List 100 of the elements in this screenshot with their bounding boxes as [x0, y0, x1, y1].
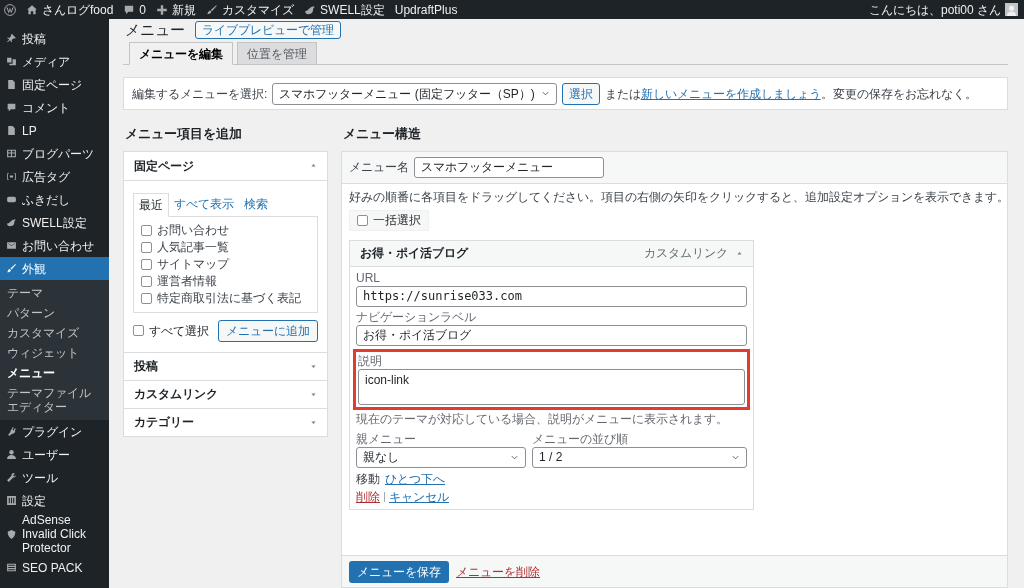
bulk-select-control[interactable]: 一括選択	[349, 209, 429, 231]
tab[interactable]: 最近	[133, 192, 169, 217]
toolbar-link[interactable]: カスタマイズ	[206, 0, 295, 19]
menu-dropdown[interactable]: スマホフッターメニュー (固定フッター（SP）)	[272, 82, 557, 105]
ad-tag-icon	[6, 171, 17, 182]
sidebar-item[interactable]: 投稿	[0, 27, 109, 50]
section-heading: メニュー構造	[342, 125, 422, 143]
page-icon	[6, 125, 17, 136]
item-type-label: カスタムリンク	[644, 245, 728, 262]
field-label: 説明	[358, 353, 383, 369]
cancel-link[interactable]: キャンセル	[389, 489, 449, 505]
move-label: 移動	[356, 471, 380, 487]
menu-name-field[interactable]: スマホフッターメニュー	[414, 156, 604, 178]
paintbrush-icon	[206, 3, 219, 16]
wordpress-logo-icon[interactable]	[4, 3, 16, 16]
shield-icon	[6, 528, 17, 540]
menu-item-header[interactable]: お得・ポイ活ブログ カスタムリンク	[350, 240, 753, 267]
toolbar-link[interactable]: UpdraftPlus	[394, 0, 458, 19]
plug-icon	[6, 426, 17, 437]
tab[interactable]: 検索	[239, 192, 273, 216]
move-down-link[interactable]: ひとつ下へ	[385, 471, 445, 487]
submenu-item[interactable]: カスタマイズ	[0, 323, 109, 343]
toolbar-link[interactable]: さんログfood	[26, 0, 114, 19]
sidebar-item[interactable]: SEO PACK	[0, 556, 109, 579]
caret-down-icon	[310, 362, 317, 370]
page-icon	[6, 79, 17, 90]
field-label: 親メニュー	[356, 431, 417, 447]
tab[interactable]: すべて表示	[169, 192, 239, 216]
instruction-text: または新しいメニューを作成しましょう。変更の保存をお忘れなく。	[604, 85, 977, 103]
checkbox-label: 運営者情報	[157, 273, 217, 289]
submenu-item[interactable]: メニュー	[0, 363, 109, 383]
sidebar-item[interactable]: 固定ページ	[0, 73, 109, 96]
sidebar-item[interactable]: 外観	[0, 257, 109, 280]
checkbox-label: すべて選択	[149, 322, 209, 340]
remove-link[interactable]: 削除	[356, 489, 380, 505]
sidebar-item[interactable]: メディア	[0, 50, 109, 73]
description-field[interactable]: icon-link	[358, 368, 745, 405]
sidebar-item[interactable]: SWELL設定	[0, 211, 109, 234]
section-heading: メニュー項目を追加	[124, 125, 243, 143]
account-link[interactable]: こんにちは、poti00 さん	[868, 0, 1020, 19]
caret-down-icon	[310, 418, 317, 426]
submenu-item[interactable]: テーマ	[0, 283, 109, 303]
submenu-item[interactable]: テーマファイルエディター	[0, 383, 109, 417]
plus-icon	[156, 3, 169, 16]
tab[interactable]: 位置を管理	[237, 42, 317, 65]
toolbar-link[interactable]: 0	[123, 0, 147, 19]
caret-up-icon	[736, 249, 743, 257]
tab[interactable]: メニューを編集	[129, 42, 233, 65]
wrench-icon	[6, 472, 17, 483]
person-icon	[6, 449, 17, 460]
checkbox[interactable]	[133, 325, 144, 336]
sidebar-item[interactable]: 広告タグ	[0, 165, 109, 188]
paintbrush-icon	[6, 263, 17, 274]
select-button[interactable]: 選択	[561, 82, 600, 105]
help-text: 現在のテーマが対応している場合、説明がメニューに表示されます。	[356, 411, 729, 427]
submenu-item[interactable]: パターン	[0, 303, 109, 323]
sidebar-item[interactable]: ふきだし	[0, 188, 109, 211]
add-to-menu-button[interactable]: メニューに追加	[218, 319, 318, 342]
text-field[interactable]: https://sunrise033.com	[356, 285, 747, 307]
chevron-down-icon	[540, 89, 550, 98]
caret-up-icon	[310, 162, 317, 169]
sidebar-item[interactable]: ブログパーツ	[0, 142, 109, 165]
sidebar-item[interactable]: ツール	[0, 466, 109, 489]
sidebar-item[interactable]: 設定	[0, 489, 109, 512]
sidebar-item[interactable]: AdSense Invalid Click Protector	[0, 512, 109, 556]
caret-down-icon	[310, 390, 317, 398]
field-label: メニュー名	[349, 159, 409, 176]
sidebar-item[interactable]: LP	[0, 119, 109, 142]
list-icon	[6, 562, 17, 573]
checkbox[interactable]	[141, 292, 152, 304]
toolbar-link[interactable]: 新規	[156, 0, 197, 19]
bird-icon	[6, 217, 17, 228]
dropdown[interactable]: 親なし	[356, 446, 526, 468]
pushpin-icon	[6, 33, 17, 44]
sidebar-item[interactable]: ユーザー	[0, 443, 109, 466]
sidebar-item[interactable]: コメント	[0, 96, 109, 119]
avatar-icon	[1005, 3, 1018, 16]
checkbox-label: 人気記事一覧	[157, 239, 229, 255]
checkbox[interactable]	[141, 275, 152, 287]
save-menu-button[interactable]: メニューを保存	[349, 560, 449, 583]
text-field[interactable]: お得・ポイ活ブログ	[356, 324, 747, 346]
sidebar-item[interactable]: プラグイン	[0, 420, 109, 443]
toolbar-link[interactable]: SWELL設定	[304, 0, 385, 19]
checkbox[interactable]	[141, 258, 152, 270]
select-label: 編集するメニューを選択:	[132, 85, 268, 103]
page-title: メニュー	[124, 21, 186, 39]
field-label: ナビゲーションラベル	[356, 309, 477, 325]
create-menu-link[interactable]: 新しいメニューを作成しましょう	[640, 86, 821, 101]
submenu-item[interactable]: ウィジェット	[0, 343, 109, 363]
dropdown[interactable]: 1 / 2	[532, 446, 747, 468]
instruction-text: 好みの順番に各項目をドラッグしてください。項目の右側の矢印をクリックすると、追加設定オプションを表示できます。	[349, 189, 1000, 205]
grid-icon	[6, 148, 17, 159]
checkbox[interactable]	[141, 241, 152, 253]
live-preview-button[interactable]: ライブプレビューで管理	[195, 21, 341, 39]
sidebar-item[interactable]: お問い合わせ	[0, 234, 109, 257]
checkbox[interactable]	[357, 214, 368, 226]
envelope-icon	[6, 240, 17, 251]
delete-menu-link[interactable]: メニューを削除	[456, 562, 540, 581]
checkbox[interactable]	[141, 224, 152, 236]
field-label: URL	[356, 270, 381, 286]
